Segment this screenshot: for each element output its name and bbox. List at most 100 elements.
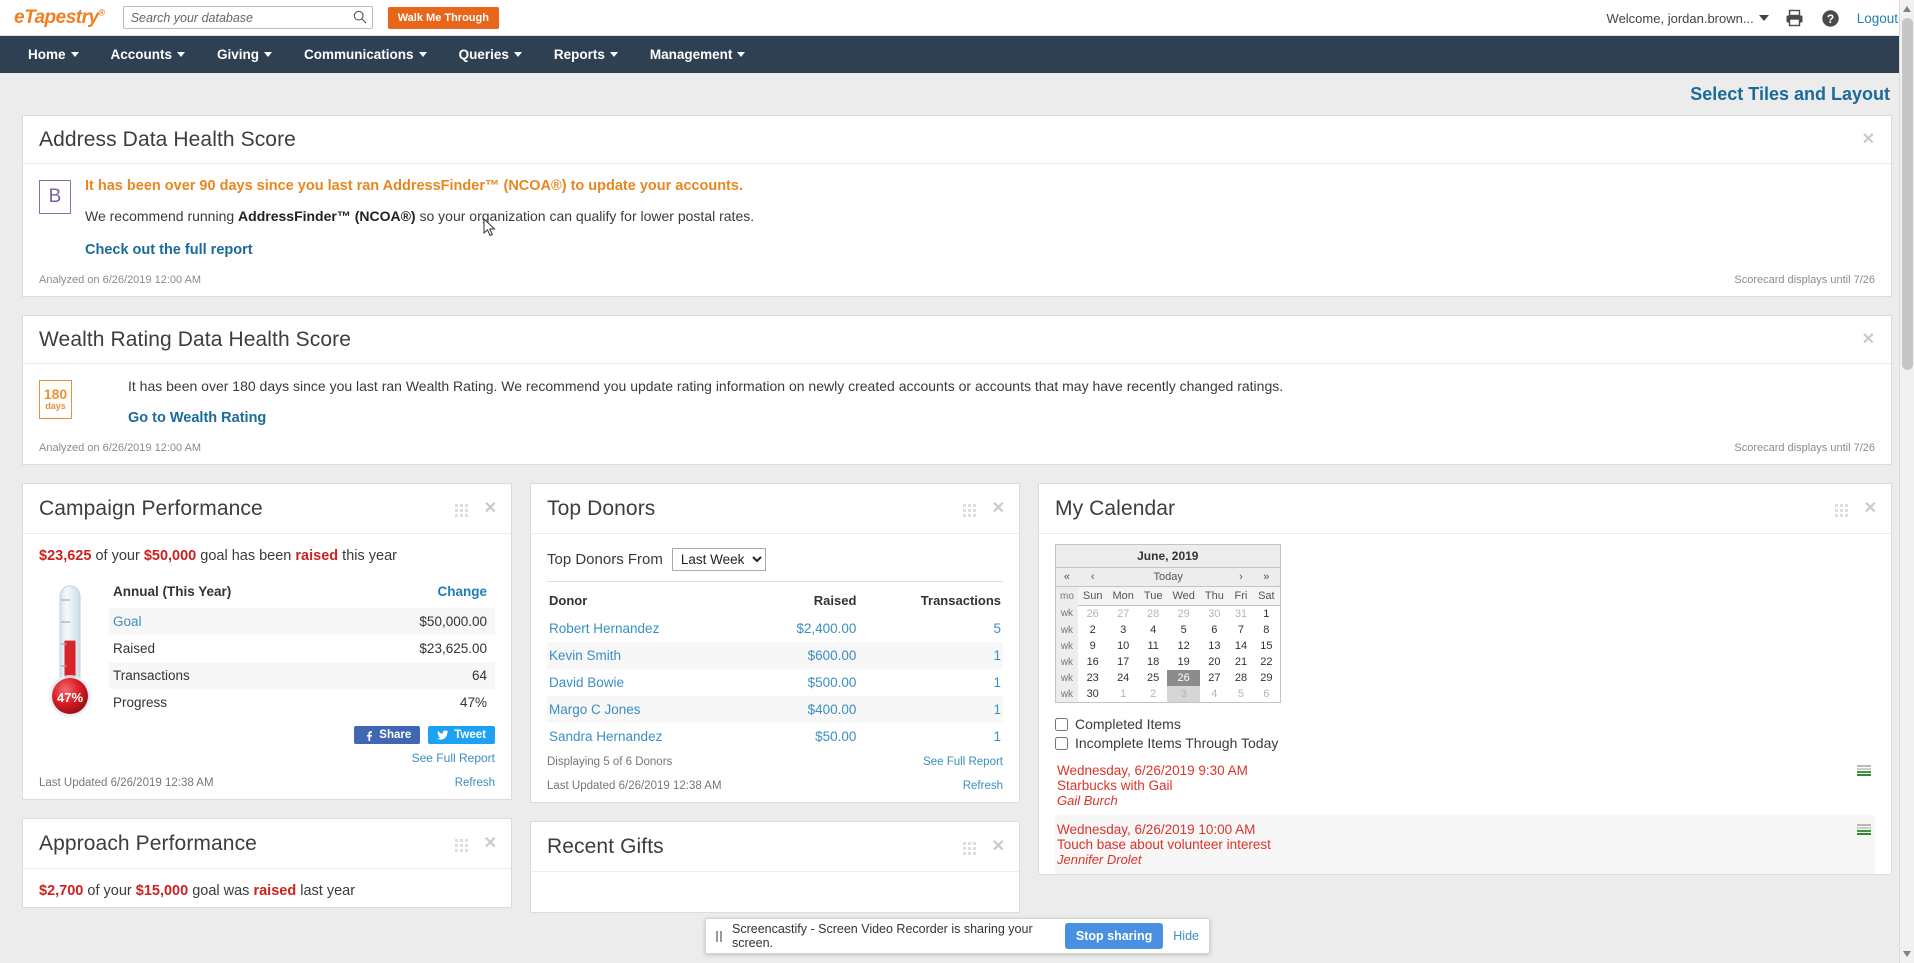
calendar-day-cell[interactable]: 8: [1253, 622, 1280, 638]
donor-link[interactable]: David Bowie: [549, 675, 624, 690]
top-donors-period-select[interactable]: Last Week: [672, 548, 766, 571]
grip-icon[interactable]: [455, 504, 468, 515]
refresh-link[interactable]: Refresh: [963, 780, 1003, 792]
donor-raised[interactable]: $2,400.00: [796, 621, 856, 636]
refresh-link[interactable]: Refresh: [455, 777, 495, 789]
donor-transactions[interactable]: 5: [993, 621, 1001, 636]
close-icon[interactable]: ✕: [1862, 332, 1875, 348]
calendar-day-cell[interactable]: 25: [1139, 670, 1168, 686]
donor-raised[interactable]: $50.00: [815, 729, 856, 744]
donor-transactions[interactable]: 1: [993, 648, 1001, 663]
calendar-day-cell[interactable]: 5: [1229, 686, 1253, 703]
close-icon[interactable]: ✕: [1864, 501, 1877, 517]
calendar-nav-prev[interactable]: ‹: [1078, 568, 1108, 587]
walk-me-through-button[interactable]: Walk Me Through: [388, 7, 499, 29]
calendar-day-cell[interactable]: 26: [1167, 670, 1199, 686]
go-to-wealth-rating-link[interactable]: Go to Wealth Rating: [128, 410, 266, 426]
calendar-day-cell[interactable]: 3: [1107, 622, 1138, 638]
logout-link[interactable]: Logout: [1857, 11, 1898, 26]
printer-icon[interactable]: [1785, 8, 1805, 28]
facebook-share-button[interactable]: Share: [354, 726, 420, 744]
see-full-report-link[interactable]: See Full Report: [109, 751, 495, 765]
donor-raised[interactable]: $500.00: [808, 675, 857, 690]
nav-item-communications[interactable]: Communications: [288, 36, 443, 73]
check-full-report-link[interactable]: Check out the full report: [85, 242, 253, 258]
scroll-up-arrow-icon[interactable]: [1903, 6, 1911, 12]
calendar-nav-last[interactable]: »: [1253, 568, 1280, 587]
nav-item-management[interactable]: Management: [634, 36, 762, 73]
list-item[interactable]: Wednesday, 6/26/2019 9:30 AM Starbucks w…: [1055, 756, 1875, 815]
calendar-nav-first[interactable]: «: [1056, 568, 1078, 587]
calendar-day-cell[interactable]: 27: [1200, 670, 1229, 686]
calendar-day-cell[interactable]: 15: [1253, 638, 1280, 654]
donor-raised[interactable]: $400.00: [808, 702, 857, 717]
twitter-tweet-button[interactable]: Tweet: [428, 726, 495, 744]
calendar-day-cell[interactable]: 2: [1078, 622, 1108, 638]
select-tiles-and-layout-link[interactable]: Select Tiles and Layout: [1690, 84, 1890, 105]
calendar-day-cell[interactable]: 18: [1139, 654, 1168, 670]
calendar-day-cell[interactable]: 11: [1139, 638, 1168, 654]
donor-transactions[interactable]: 1: [993, 729, 1001, 744]
donor-link[interactable]: Kevin Smith: [549, 648, 621, 663]
help-question-icon[interactable]: ?: [1821, 8, 1841, 28]
calendar-day-cell[interactable]: 13: [1200, 638, 1229, 654]
donor-transactions[interactable]: 1: [993, 675, 1001, 690]
calendar-nav-next[interactable]: ›: [1229, 568, 1253, 587]
campaign-row-label-goal[interactable]: Goal: [113, 614, 142, 629]
close-icon[interactable]: ✕: [992, 501, 1005, 517]
grip-icon[interactable]: [455, 839, 468, 850]
calendar-day-cell[interactable]: 26: [1078, 606, 1108, 623]
calendar-day-cell[interactable]: 20: [1200, 654, 1229, 670]
donor-raised[interactable]: $600.00: [808, 648, 857, 663]
donor-link[interactable]: Robert Hernandez: [549, 621, 659, 636]
grip-icon[interactable]: [1835, 504, 1848, 515]
calendar-day-cell[interactable]: 1: [1107, 686, 1138, 703]
close-icon[interactable]: ✕: [1862, 132, 1875, 148]
search-input[interactable]: [123, 6, 373, 29]
calendar-day-cell[interactable]: 1: [1253, 606, 1280, 623]
calendar-day-cell[interactable]: 7: [1229, 622, 1253, 638]
hide-sharing-bar-link[interactable]: Hide: [1173, 929, 1199, 943]
calendar-day-cell[interactable]: 6: [1200, 622, 1229, 638]
user-menu[interactable]: Welcome, jordan.brown...: [1607, 11, 1769, 26]
incomplete-items-checkbox-row[interactable]: Incomplete Items Through Today: [1055, 735, 1875, 751]
scroll-down-arrow-icon[interactable]: [1903, 951, 1911, 957]
donor-link[interactable]: Margo C Jones: [549, 702, 641, 717]
nav-item-reports[interactable]: Reports: [538, 36, 634, 73]
calendar-day-cell[interactable]: 29: [1253, 670, 1280, 686]
calendar-day-cell[interactable]: 28: [1139, 606, 1168, 623]
calendar-day-cell[interactable]: 3: [1167, 686, 1199, 703]
incomplete-items-checkbox[interactable]: [1055, 737, 1068, 750]
nav-item-accounts[interactable]: Accounts: [95, 36, 202, 73]
page-scrollbar[interactable]: [1899, 0, 1914, 963]
calendar-day-cell[interactable]: 28: [1229, 670, 1253, 686]
calendar-day-cell[interactable]: 21: [1229, 654, 1253, 670]
calendar-today-button[interactable]: Today: [1107, 568, 1228, 587]
close-icon[interactable]: ✕: [484, 501, 497, 517]
calendar-day-cell[interactable]: 12: [1167, 638, 1199, 654]
grip-icon[interactable]: [963, 504, 976, 515]
scrollbar-thumb[interactable]: [1902, 18, 1913, 370]
calendar-day-cell[interactable]: 4: [1200, 686, 1229, 703]
calendar-day-cell[interactable]: 16: [1078, 654, 1108, 670]
close-icon[interactable]: ✕: [484, 836, 497, 852]
calendar-day-cell[interactable]: 30: [1078, 686, 1108, 703]
calendar-day-cell[interactable]: 5: [1167, 622, 1199, 638]
calendar-day-cell[interactable]: 19: [1167, 654, 1199, 670]
calendar-day-cell[interactable]: 4: [1139, 622, 1168, 638]
donor-transactions[interactable]: 1: [993, 702, 1001, 717]
etapestry-logo[interactable]: eTapestry®: [14, 7, 105, 29]
calendar-day-cell[interactable]: 17: [1107, 654, 1138, 670]
calendar-day-cell[interactable]: 31: [1229, 606, 1253, 623]
calendar-day-cell[interactable]: 22: [1253, 654, 1280, 670]
nav-item-home[interactable]: Home: [12, 36, 95, 73]
completed-items-checkbox-row[interactable]: Completed Items: [1055, 716, 1875, 732]
list-item[interactable]: Wednesday, 6/26/2019 10:00 AM Touch base…: [1055, 815, 1875, 874]
calendar-day-cell[interactable]: 6: [1253, 686, 1280, 703]
calendar-day-cell[interactable]: 30: [1200, 606, 1229, 623]
calendar-day-cell[interactable]: 29: [1167, 606, 1199, 623]
calendar-day-cell[interactable]: 27: [1107, 606, 1138, 623]
calendar-day-cell[interactable]: 23: [1078, 670, 1108, 686]
calendar-day-cell[interactable]: 9: [1078, 638, 1108, 654]
donor-link[interactable]: Sandra Hernandez: [549, 729, 662, 744]
